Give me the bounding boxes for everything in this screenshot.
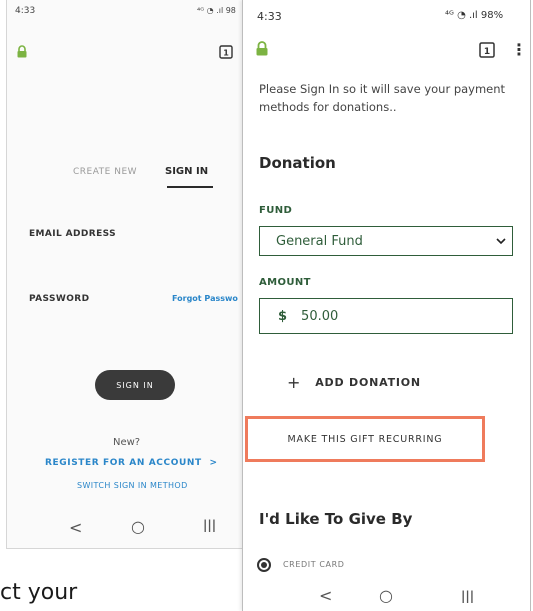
svg-text:1: 1 bbox=[223, 49, 229, 58]
plus-icon: + bbox=[287, 373, 302, 392]
nav-home-icon[interactable]: ○ bbox=[131, 517, 145, 536]
tabs-icon[interactable]: 1 bbox=[479, 42, 495, 62]
register-link-label: REGISTER FOR AN ACCOUNT bbox=[45, 458, 202, 468]
status-icons: ⁴ᴳ ◔ .ıl 98 bbox=[197, 6, 236, 15]
amount-label: AMOUNT bbox=[259, 277, 311, 288]
give-by-heading: I'd Like To Give By bbox=[259, 510, 413, 528]
right-phone-screen: 4:33 ⁴ᴳ ◔ .ıl 98% 1 ⋮ Please Sign In so … bbox=[242, 0, 531, 611]
credit-card-radio[interactable] bbox=[257, 558, 271, 572]
switch-sign-in-method-link[interactable]: SWITCH SIGN IN METHOD bbox=[77, 481, 188, 490]
forgot-password-link[interactable]: Forgot Passwo bbox=[172, 294, 238, 303]
more-options-icon[interactable]: ⋮ bbox=[511, 40, 527, 59]
tabs-icon[interactable]: 1 bbox=[219, 44, 233, 63]
make-gift-recurring-button[interactable]: MAKE THIS GIFT RECURRING bbox=[245, 416, 485, 462]
register-link[interactable]: REGISTER FOR AN ACCOUNT > bbox=[45, 458, 218, 468]
credit-card-label: CREDIT CARD bbox=[283, 560, 345, 569]
new-user-text: New? bbox=[113, 437, 141, 448]
radio-selected-dot bbox=[261, 562, 267, 568]
chevron-down-icon bbox=[496, 234, 506, 249]
tab-sign-in[interactable]: SIGN IN bbox=[165, 166, 208, 177]
add-donation-label: ADD DONATION bbox=[315, 376, 421, 389]
left-phone-screen: 4:33 ⁴ᴳ ◔ .ıl 98 1 CREATE NEW SIGN IN EM… bbox=[6, 0, 245, 549]
sign-in-button[interactable]: SIGN IN bbox=[95, 370, 175, 400]
sign-in-prompt: Please Sign In so it will save your paym… bbox=[259, 82, 506, 114]
fund-selected-value: General Fund bbox=[276, 233, 363, 249]
status-icons: ⁴ᴳ ◔ .ıl 98% bbox=[445, 10, 504, 21]
currency-symbol: $ bbox=[278, 308, 288, 324]
email-label: EMAIL ADDRESS bbox=[29, 229, 117, 239]
caption-fragment: ct your bbox=[0, 580, 78, 605]
lock-icon bbox=[17, 43, 27, 62]
fund-select[interactable]: General Fund bbox=[259, 226, 513, 256]
amount-value: 50.00 bbox=[301, 308, 339, 324]
lock-icon bbox=[256, 41, 268, 60]
status-time: 4:33 bbox=[15, 6, 36, 16]
nav-back-icon[interactable]: < bbox=[69, 518, 82, 537]
nav-home-icon[interactable]: ○ bbox=[379, 586, 393, 605]
tab-count: 1 bbox=[484, 47, 490, 57]
nav-recent-apps-icon[interactable]: ||| bbox=[461, 589, 474, 603]
password-label: PASSWORD bbox=[29, 294, 90, 304]
chevron-right-icon: > bbox=[209, 458, 218, 468]
active-tab-underline bbox=[167, 186, 213, 188]
status-time: 4:33 bbox=[257, 10, 282, 23]
nav-back-icon[interactable]: < bbox=[319, 586, 332, 605]
nav-recent-apps-icon[interactable]: ||| bbox=[203, 518, 216, 532]
amount-input[interactable]: $ 50.00 bbox=[259, 298, 513, 334]
donation-heading: Donation bbox=[259, 154, 336, 172]
fund-label: FUND bbox=[259, 205, 293, 216]
tab-create-new[interactable]: CREATE NEW bbox=[73, 167, 137, 177]
add-donation-button[interactable]: + ADD DONATION bbox=[287, 373, 421, 392]
